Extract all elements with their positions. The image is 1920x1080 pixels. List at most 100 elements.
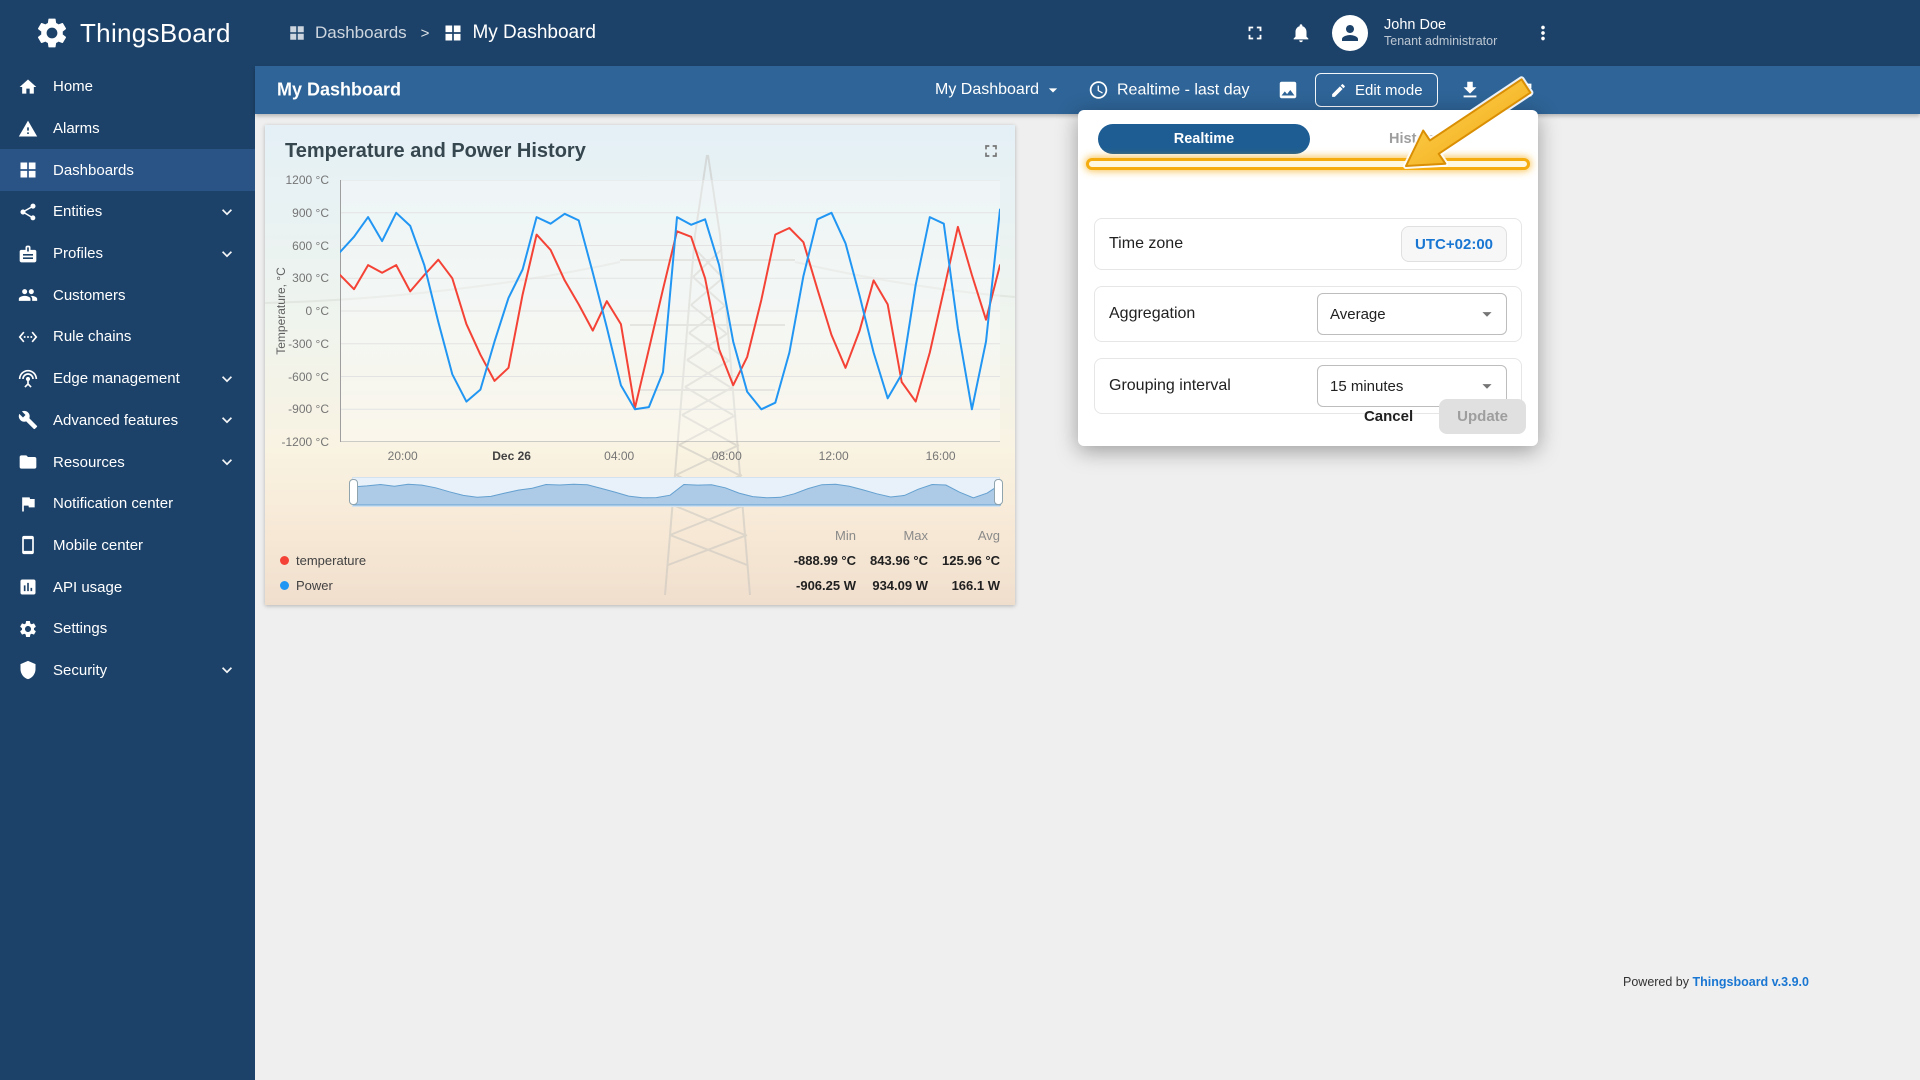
aggregation-row: Aggregation Average xyxy=(1094,286,1522,342)
sidebar-item-home[interactable]: Home xyxy=(0,66,255,108)
sidebar-item-label: Mobile center xyxy=(53,536,144,554)
screenshot-button[interactable] xyxy=(1273,75,1303,105)
update-button[interactable]: Update xyxy=(1439,399,1526,434)
sidebar-item-label: API usage xyxy=(53,578,123,596)
breadcrumb-my-dashboard[interactable]: My Dashboard xyxy=(443,22,596,44)
security-icon xyxy=(20,661,36,680)
sidebar-item-api-usage[interactable]: API usage xyxy=(0,566,255,608)
top-header: ThingsBoard Dashboards > My Dashboard Jo… xyxy=(0,0,1920,66)
app-logo[interactable]: ThingsBoard xyxy=(34,0,231,66)
sidebar-item-edge-management[interactable]: Edge management xyxy=(0,358,255,400)
powered-by: Powered by Thingsboard v.3.9.0 xyxy=(1623,975,1809,989)
sidebar-item-profiles[interactable]: Profiles xyxy=(0,233,255,275)
y-tick-label: -900 °C xyxy=(288,402,329,417)
breadcrumb: Dashboards > My Dashboard xyxy=(288,0,596,66)
user-name: John Doe xyxy=(1384,17,1447,34)
sidebar-item-label: Rule chains xyxy=(53,328,132,346)
time-zone-row: Time zone UTC+02:00 xyxy=(1094,218,1522,270)
x-tick-label: Dec 26 xyxy=(492,449,531,463)
sidebar-item-security[interactable]: Security xyxy=(0,650,255,692)
widget-expand-button[interactable] xyxy=(977,137,1005,165)
sidebar-item-label: Entities xyxy=(53,203,103,221)
home-icon xyxy=(19,79,37,94)
sidebar-item-label: Security xyxy=(53,661,108,679)
sidebar-item-label: Edge management xyxy=(53,370,180,388)
aggregation-select[interactable]: Average xyxy=(1317,293,1507,335)
customers-icon xyxy=(18,289,38,302)
settings-icon xyxy=(20,620,36,637)
y-tick-label: 900 °C xyxy=(292,205,329,220)
y-tick-label: 1200 °C xyxy=(285,173,330,187)
alarms-icon xyxy=(18,120,38,137)
sidebar-item-label: Home xyxy=(53,78,94,96)
sidebar-item-label: Resources xyxy=(53,453,125,471)
expand-icon xyxy=(985,145,997,157)
advanced-features-icon xyxy=(18,411,38,430)
breadcrumb-dashboards[interactable]: Dashboards xyxy=(288,23,407,43)
user-avatar[interactable] xyxy=(1332,15,1368,51)
widget-title: Temperature and Power History xyxy=(285,139,586,162)
header-actions: John Doe Tenant administrator xyxy=(1240,0,1558,66)
aggregation-label: Aggregation xyxy=(1109,305,1196,322)
more-vert-icon xyxy=(1541,25,1545,41)
version-link[interactable]: Thingsboard v.3.9.0 xyxy=(1693,975,1809,989)
chevron-down-icon xyxy=(222,375,232,382)
more-menu-button[interactable] xyxy=(1528,18,1558,48)
edit-mode-button[interactable]: Edit mode xyxy=(1315,73,1438,107)
y-tick-label: -300 °C xyxy=(288,336,329,351)
sidebar-item-customers[interactable]: Customers xyxy=(0,274,255,316)
sidebar-item-entities[interactable]: Entities xyxy=(0,191,255,233)
edge-management-icon xyxy=(18,369,38,388)
y-tick-label: -600 °C xyxy=(288,369,329,384)
sidebar-item-resources[interactable]: Resources xyxy=(0,441,255,483)
caret-down-icon xyxy=(1482,312,1492,317)
legend-row[interactable]: temperature -888.99 °C 843.96 °C 125.96 °C xyxy=(280,548,1000,573)
time-range-scrubber[interactable] xyxy=(349,477,1003,507)
dashboard-toolbar: My Dashboard My Dashboard Realtime - las… xyxy=(255,66,1920,114)
y-axis-labels: 1200 °C 900 °C 600 °C 300 °C 0 °C -300 °C -600… xyxy=(267,173,335,449)
toolbar-fullscreen-button[interactable] xyxy=(1510,75,1540,105)
sidebar-item-rule-chains[interactable]: Rule chains xyxy=(0,316,255,358)
entities-icon xyxy=(20,203,36,221)
fullscreen-button[interactable] xyxy=(1240,18,1270,48)
dashboard-grid-icon xyxy=(445,25,461,41)
y-tick-label: -1200 °C xyxy=(281,435,330,449)
sidebar-item-settings[interactable]: Settings xyxy=(0,608,255,650)
caret-down-icon xyxy=(1048,88,1058,93)
chevron-down-icon xyxy=(222,209,232,216)
legend-table: Min Max Avg temperature -888.99 °C 843.96 °C 1… xyxy=(280,523,1000,598)
fullscreen-icon xyxy=(1518,83,1532,97)
scrubber-left-handle[interactable] xyxy=(349,479,358,505)
legend-row[interactable]: Power -906.25 W 934.09 W 166.1 W xyxy=(280,573,1000,598)
chevron-down-icon xyxy=(222,667,232,674)
tab-realtime[interactable]: Realtime xyxy=(1098,124,1310,154)
time-window-button[interactable]: Realtime - last day xyxy=(1088,80,1250,101)
download-button[interactable] xyxy=(1455,75,1485,105)
sidebar-item-advanced-features[interactable]: Advanced features xyxy=(0,400,255,442)
sidebar-item-alarms[interactable]: Alarms xyxy=(0,108,255,150)
sidebar-item-label: Dashboards xyxy=(53,161,134,179)
tab-history[interactable]: History xyxy=(1310,124,1518,154)
time-zone-button[interactable]: UTC+02:00 xyxy=(1401,226,1507,262)
clock-icon xyxy=(1089,81,1108,99)
chevron-down-icon xyxy=(222,250,232,257)
breadcrumb-label: My Dashboard xyxy=(472,22,596,43)
sidebar-item-mobile-center[interactable]: Mobile center xyxy=(0,525,255,567)
notifications-button[interactable] xyxy=(1286,18,1316,48)
cancel-button[interactable]: Cancel xyxy=(1358,407,1419,426)
chart-widget: Temperature and Power History Temperatur… xyxy=(265,125,1015,605)
widget-title-row: Temperature and Power History xyxy=(285,135,1005,167)
person-icon xyxy=(1342,25,1358,41)
time-window-panel: Realtime History Time zone UTC+02:00 Agg… xyxy=(1078,110,1538,446)
dashboard-select[interactable]: My Dashboard xyxy=(935,80,1063,100)
sidebar-item-notification-center[interactable]: Notification center xyxy=(0,483,255,525)
edit-mode-label: Edit mode xyxy=(1355,81,1423,99)
sidebar-item-label: Profiles xyxy=(53,245,104,263)
sidebar-item-dashboards[interactable]: Dashboards xyxy=(0,149,255,192)
powered-by-text: Powered by xyxy=(1623,975,1690,989)
scrubber-right-handle[interactable] xyxy=(994,479,1003,505)
resources-icon xyxy=(19,455,37,469)
user-info: John Doe Tenant administrator xyxy=(1384,16,1512,50)
aggregation-value: Average xyxy=(1330,305,1386,323)
x-tick-label: 12:00 xyxy=(818,449,849,463)
